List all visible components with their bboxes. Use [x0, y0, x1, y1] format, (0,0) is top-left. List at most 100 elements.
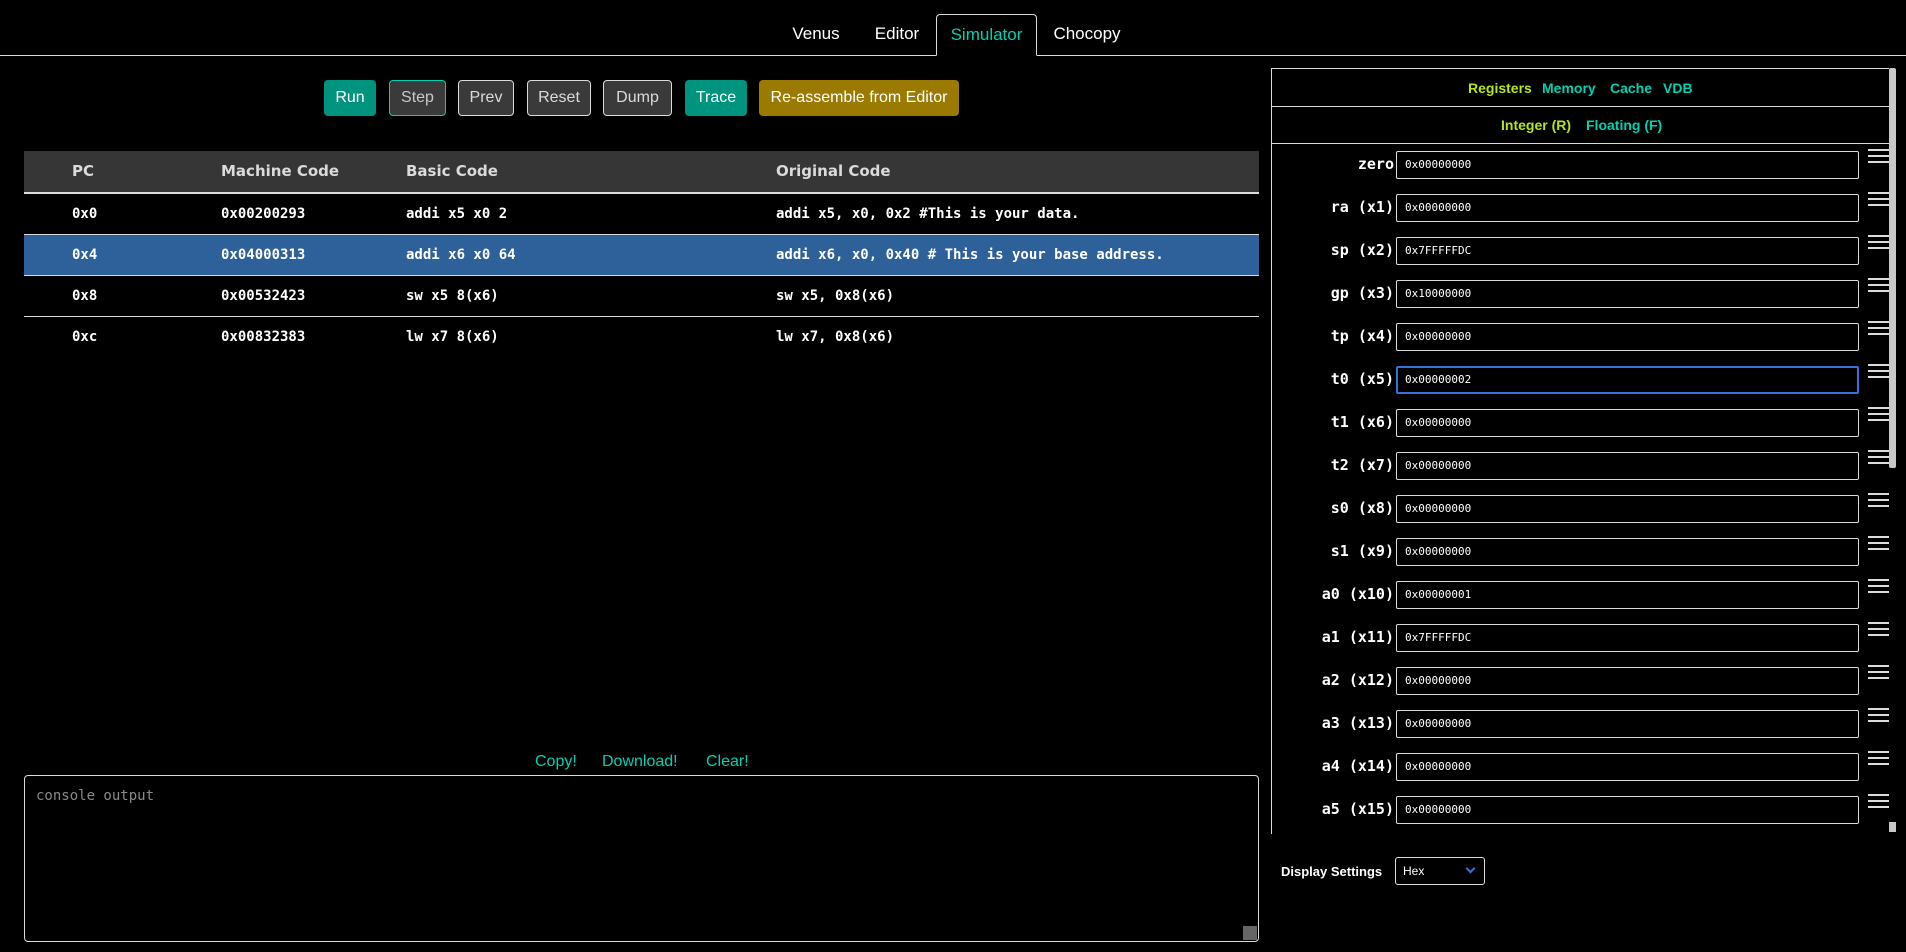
register-value-input[interactable]: 0x00000000: [1396, 753, 1859, 781]
tab-floating[interactable]: Floating (F): [1586, 117, 1662, 133]
drag-handle-icon[interactable]: [1868, 278, 1890, 292]
row-basic-code: addi x6 x0 64: [406, 247, 516, 263]
row-machine-code: 0x00832383: [221, 329, 306, 345]
step-button[interactable]: Step: [389, 80, 446, 116]
chevron-down-icon: [1465, 863, 1476, 874]
tab-integer[interactable]: Integer (R): [1501, 117, 1571, 133]
table-row[interactable]: 0xc 0x00832383 lw x7 8(x6) lw x7, 0x8(x6…: [24, 317, 1259, 358]
register-label: tp (x4): [1330, 327, 1394, 345]
drag-handle-icon[interactable]: [1868, 493, 1890, 507]
drag-handle-icon[interactable]: [1868, 579, 1890, 593]
register-value-input[interactable]: 0x00000000: [1396, 409, 1859, 437]
console-placeholder: console output: [36, 788, 155, 804]
register-value-input[interactable]: 0x00000000: [1396, 538, 1859, 566]
tab-simulator[interactable]: Simulator: [936, 14, 1037, 56]
row-pc: 0x4: [72, 247, 98, 263]
register-value-input[interactable]: 0x00000000: [1396, 194, 1859, 222]
row-machine-code: 0x00532423: [221, 288, 306, 304]
register-row: sp (x2) 0x7FFFFFDC: [1272, 231, 1894, 274]
reset-button[interactable]: Reset: [527, 80, 591, 116]
registers-panel: Registers Memory Cache VDB Integer (R) F…: [1271, 68, 1895, 834]
drag-handle-icon[interactable]: [1868, 536, 1890, 550]
register-type-tabs: Integer (R) Floating (F): [1272, 107, 1894, 144]
register-row: s1 (x9) 0x00000000: [1272, 532, 1894, 575]
register-list: zero 0x00000000 ra (x1) 0x00000000 sp (x2) 0x…: [1272, 145, 1894, 835]
scrollbar-thumb[interactable]: [1889, 68, 1896, 468]
console-output[interactable]: console output: [24, 775, 1259, 942]
register-value-input[interactable]: 0x00000000: [1396, 710, 1859, 738]
display-settings-label: Display Settings: [1281, 864, 1383, 879]
row-basic-code: sw x5 8(x6): [406, 288, 499, 304]
register-row: tp (x4) 0x00000000: [1272, 317, 1894, 360]
drag-handle-icon[interactable]: [1868, 751, 1890, 765]
copy-link[interactable]: Copy!: [535, 753, 577, 771]
table-row-selected[interactable]: 0x4 0x04000313 addi x6 x0 64 addi x6, x0…: [24, 235, 1259, 276]
header-basic-code: Basic Code: [406, 162, 498, 180]
drag-handle-icon[interactable]: [1868, 794, 1890, 808]
download-link[interactable]: Download!: [602, 753, 678, 771]
register-value-input[interactable]: 0x00000000: [1396, 667, 1859, 695]
table-row[interactable]: 0x0 0x00200293 addi x5 x0 2 addi x5, x0,…: [24, 194, 1259, 235]
register-label: a1 (x11): [1321, 628, 1394, 646]
register-value-input[interactable]: 0x00000002: [1396, 366, 1859, 394]
top-nav: Venus Editor Simulator Chocopy: [0, 0, 1906, 56]
drag-handle-icon[interactable]: [1868, 235, 1890, 249]
reassemble-button[interactable]: Re-assemble from Editor: [759, 80, 959, 116]
register-value-input[interactable]: 0x00000001: [1396, 581, 1859, 609]
register-row: t0 (x5) 0x00000002: [1272, 360, 1894, 403]
register-row: ra (x1) 0x00000000: [1272, 188, 1894, 231]
register-label: t1 (x6): [1330, 413, 1394, 431]
register-row: a1 (x11) 0x7FFFFFDC: [1272, 618, 1894, 661]
drag-handle-icon[interactable]: [1868, 665, 1890, 679]
register-row: t1 (x6) 0x00000000: [1272, 403, 1894, 446]
register-value-input[interactable]: 0x00000000: [1396, 151, 1859, 179]
register-value-input[interactable]: 0x00000000: [1396, 495, 1859, 523]
row-basic-code: addi x5 x0 2: [406, 206, 508, 222]
drag-handle-icon[interactable]: [1868, 708, 1890, 722]
tab-editor[interactable]: Editor: [862, 14, 932, 56]
register-label: t2 (x7): [1330, 456, 1394, 474]
table-row[interactable]: 0x8 0x00532423 sw x5 8(x6) sw x5, 0x8(x6…: [24, 276, 1259, 317]
row-machine-code: 0x04000313: [221, 247, 306, 263]
register-label: a0 (x10): [1321, 585, 1394, 603]
register-label: zero: [1357, 155, 1394, 173]
prev-button[interactable]: Prev: [458, 80, 514, 116]
register-value-input[interactable]: 0x7FFFFFDC: [1396, 624, 1859, 652]
drag-handle-icon[interactable]: [1868, 450, 1890, 464]
clear-link[interactable]: Clear!: [706, 753, 749, 771]
register-value-input[interactable]: 0x00000000: [1396, 796, 1859, 824]
register-label: a5 (x15): [1321, 800, 1394, 818]
tab-chocopy[interactable]: Chocopy: [1047, 14, 1127, 56]
register-label: sp (x2): [1330, 241, 1394, 259]
row-basic-code: lw x7 8(x6): [406, 329, 499, 345]
tab-registers[interactable]: Registers: [1468, 80, 1532, 96]
drag-handle-icon[interactable]: [1868, 192, 1890, 206]
register-row: a5 (x15) 0x00000000: [1272, 790, 1894, 833]
drag-handle-icon[interactable]: [1868, 321, 1890, 335]
dump-button[interactable]: Dump: [603, 80, 672, 116]
drag-handle-icon[interactable]: [1868, 407, 1890, 421]
run-button[interactable]: Run: [324, 80, 376, 116]
drag-handle-icon[interactable]: [1868, 364, 1890, 378]
row-pc: 0x8: [72, 288, 98, 304]
trace-button[interactable]: Trace: [685, 80, 747, 116]
register-value-input[interactable]: 0x7FFFFFDC: [1396, 237, 1859, 265]
register-value-input[interactable]: 0x00000000: [1396, 323, 1859, 351]
row-pc: 0x0: [72, 206, 98, 222]
tab-memory[interactable]: Memory: [1542, 80, 1596, 96]
panel-tabs: Registers Memory Cache VDB: [1272, 69, 1894, 107]
tab-venus[interactable]: Venus: [784, 14, 848, 56]
display-format-select[interactable]: Hex: [1395, 857, 1485, 885]
register-label: a2 (x12): [1321, 671, 1394, 689]
register-row: gp (x3) 0x10000000: [1272, 274, 1894, 317]
drag-handle-icon[interactable]: [1868, 149, 1890, 163]
program-table: PC Machine Code Basic Code Original Code…: [24, 151, 1259, 358]
drag-handle-icon[interactable]: [1868, 622, 1890, 636]
tab-cache[interactable]: Cache: [1610, 80, 1652, 96]
register-value-input[interactable]: 0x10000000: [1396, 280, 1859, 308]
register-value-input[interactable]: 0x00000000: [1396, 452, 1859, 480]
scrollbar-end[interactable]: [1889, 822, 1896, 832]
resize-handle[interactable]: [1243, 926, 1257, 940]
header-original-code: Original Code: [776, 162, 891, 180]
tab-vdb[interactable]: VDB: [1663, 80, 1693, 96]
